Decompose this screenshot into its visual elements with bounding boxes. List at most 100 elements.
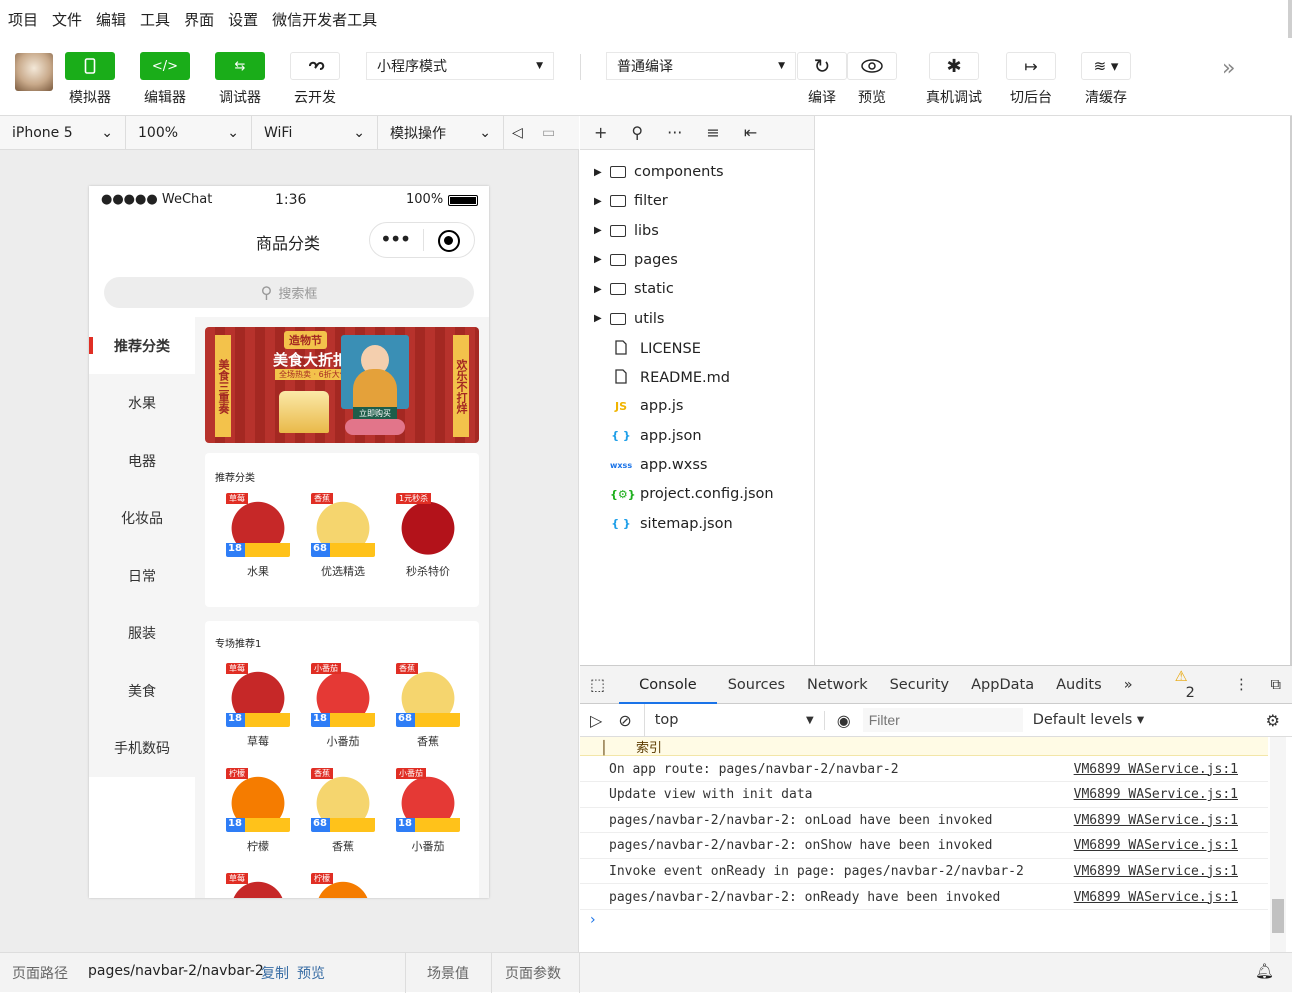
expand-arrow-icon[interactable]: ▶ xyxy=(594,225,606,236)
file-item[interactable]: {⚙} project.config.json xyxy=(594,486,774,502)
avatar[interactable] xyxy=(15,53,53,91)
log-source-link[interactable]: VM6899 WAService.js:1 xyxy=(1074,787,1238,802)
product-item[interactable]: 香蕉 68 香蕉 xyxy=(311,768,375,854)
more-dots-icon[interactable]: ••• xyxy=(380,227,411,251)
file-item[interactable]: JS app.js xyxy=(594,398,684,414)
search-input[interactable]: ⚲ 搜索框 xyxy=(104,277,474,308)
levels-select[interactable]: Default levels ▾ xyxy=(1033,712,1145,728)
log-source-link[interactable]: VM6899 WAService.js:1 xyxy=(1074,813,1238,828)
expand-arrow-icon[interactable]: ▶ xyxy=(594,313,606,324)
product-item[interactable]: 香蕉 68 香蕉 xyxy=(396,663,460,749)
more-icon[interactable]: ··· xyxy=(667,123,682,142)
category-item-recommend[interactable]: 推荐分类 xyxy=(89,317,195,374)
clear-console-icon[interactable]: ⊘ xyxy=(612,711,643,730)
menu-view[interactable]: 界面 xyxy=(184,9,214,30)
preview-link[interactable]: 预览 xyxy=(297,963,325,983)
more-tabs-icon[interactable]: » xyxy=(1113,677,1144,693)
menu-project[interactable]: 项目 xyxy=(8,9,38,30)
window-icon[interactable]: ▭ xyxy=(534,116,574,150)
cloud-button[interactable]: 云开发 xyxy=(290,52,340,107)
remote-debug-button[interactable]: ✱ 真机调试 xyxy=(926,52,982,107)
log-source-link[interactable]: VM6899 WAService.js:1 xyxy=(1074,762,1238,777)
expand-arrow-icon[interactable]: ▶ xyxy=(594,254,606,265)
folder-item[interactable]: ▶ components xyxy=(594,164,724,180)
network-select[interactable]: WiFi ⌄ xyxy=(252,116,378,150)
bell-icon[interactable]: 🔔︎ xyxy=(1255,962,1274,980)
product-item[interactable]: 草莓 18 水果 xyxy=(226,493,290,579)
product-item[interactable]: 柠檬 xyxy=(311,873,375,898)
more-chevron-icon[interactable]: » xyxy=(1222,56,1235,81)
debugger-button[interactable]: ⇆ 调试器 xyxy=(215,52,265,107)
tab-sources[interactable]: Sources xyxy=(717,677,796,693)
product-item[interactable]: 草莓 xyxy=(226,873,290,898)
category-item-daily[interactable]: 日常 xyxy=(89,547,195,604)
device-select[interactable]: iPhone 5 ⌄ xyxy=(0,116,126,150)
context-select[interactable]: top ▼ xyxy=(643,703,824,737)
product-item[interactable]: 草莓 18 草莓 xyxy=(226,663,290,749)
file-item[interactable]: { } app.json xyxy=(594,428,701,444)
simulator-button[interactable]: 模拟器 xyxy=(65,52,115,107)
background-button[interactable]: ↦ 切后台 xyxy=(1006,52,1056,107)
log-source-link[interactable]: VM6899 WAService.js:1 xyxy=(1074,864,1238,879)
collapse-icon[interactable]: ⇤ xyxy=(744,123,757,142)
eye-icon[interactable]: ◉ xyxy=(823,710,863,730)
sidebar-toggle-icon[interactable]: ▷ xyxy=(580,711,612,730)
clear-cache-button[interactable]: ≋ ▾ 清缓存 xyxy=(1081,52,1131,107)
gear-icon[interactable]: ⚙ xyxy=(1266,711,1280,730)
file-item[interactable]: wxss app.wxss xyxy=(594,457,707,473)
product-item[interactable]: 小番茄 18 小番茄 xyxy=(396,768,460,854)
folder-item[interactable]: ▶ libs xyxy=(594,223,659,239)
category-item-cosmetics[interactable]: 化妆品 xyxy=(89,489,195,546)
expand-arrow-icon[interactable]: ▶ xyxy=(594,196,606,207)
folder-item[interactable]: ▶ static xyxy=(594,281,674,297)
menu-file[interactable]: 文件 xyxy=(52,9,82,30)
product-item[interactable]: 小番茄 18 小番茄 xyxy=(311,663,375,749)
preview-button[interactable]: 预览 xyxy=(847,52,897,107)
category-item-digital[interactable]: 手机数码 xyxy=(89,719,195,776)
expand-arrow-icon[interactable]: ▶ xyxy=(594,167,606,178)
compile-button[interactable]: ↻ 编译 xyxy=(797,52,847,107)
menu-wechat-devtools[interactable]: 微信开发者工具 xyxy=(272,9,377,30)
tab-network[interactable]: Network xyxy=(796,677,879,693)
tab-appdata[interactable]: AppData xyxy=(960,677,1045,693)
file-item[interactable]: LICENSE xyxy=(594,340,701,358)
category-item-clothing[interactable]: 服装 xyxy=(89,604,195,661)
filter-input[interactable] xyxy=(862,708,1023,732)
kebab-menu-icon[interactable]: ⋮ xyxy=(1223,677,1260,693)
zoom-select[interactable]: 100% ⌄ xyxy=(126,116,252,150)
copy-link[interactable]: 复制 xyxy=(261,963,289,983)
menu-tools[interactable]: 工具 xyxy=(140,9,170,30)
mode-select[interactable]: 小程序模式 ▼ xyxy=(366,52,554,80)
capsule-menu[interactable]: ••• xyxy=(369,222,475,258)
category-item-fruit[interactable]: 水果 xyxy=(89,374,195,431)
operation-select[interactable]: 模拟操作 ⌄ xyxy=(378,116,504,150)
folder-item[interactable]: ▶ pages xyxy=(594,252,678,268)
tab-audits[interactable]: Audits xyxy=(1045,677,1113,693)
console-scrollbar[interactable] xyxy=(1270,737,1286,953)
tab-security[interactable]: Security xyxy=(879,677,961,693)
volume-icon[interactable]: ◁ xyxy=(504,116,534,150)
scene-button[interactable]: 场景值 xyxy=(427,963,469,983)
file-item[interactable]: { } sitemap.json xyxy=(594,516,732,532)
file-item[interactable]: README.md xyxy=(594,369,730,387)
inspect-icon[interactable]: ⬚ xyxy=(580,675,619,694)
editor-button[interactable]: </> 编辑器 xyxy=(140,52,190,107)
tab-console[interactable]: Console xyxy=(619,666,717,704)
folder-item[interactable]: ▶ utils xyxy=(594,311,665,327)
product-item[interactable]: 柠檬 18 柠檬 xyxy=(226,768,290,854)
category-item-appliance[interactable]: 电器 xyxy=(89,432,195,489)
product-item[interactable]: 香蕉 68 优选精选 xyxy=(311,493,375,579)
promo-banner[interactable]: 美食三重奏 造物节 美食大折扣 全场热卖 · 6折大促销 立即购买 欢乐不打烊 xyxy=(205,327,479,443)
close-mini-program-icon[interactable] xyxy=(438,230,460,252)
menu-edit[interactable]: 编辑 xyxy=(96,9,126,30)
console-prompt[interactable]: › xyxy=(590,912,596,928)
log-source-link[interactable]: VM6899 WAService.js:1 xyxy=(1074,890,1238,905)
warning-icon[interactable]: ⚠ 2 xyxy=(1164,669,1224,701)
menu-settings[interactable]: 设置 xyxy=(228,9,258,30)
log-source-link[interactable]: VM6899 WAService.js:1 xyxy=(1074,838,1238,853)
sort-icon[interactable]: ≡ xyxy=(706,123,719,142)
folder-item[interactable]: ▶ filter xyxy=(594,193,668,209)
expand-arrow-icon[interactable]: ▶ xyxy=(594,284,606,295)
undock-icon[interactable]: ⧉ xyxy=(1260,677,1292,693)
search-icon[interactable]: ⚲ xyxy=(631,123,643,142)
